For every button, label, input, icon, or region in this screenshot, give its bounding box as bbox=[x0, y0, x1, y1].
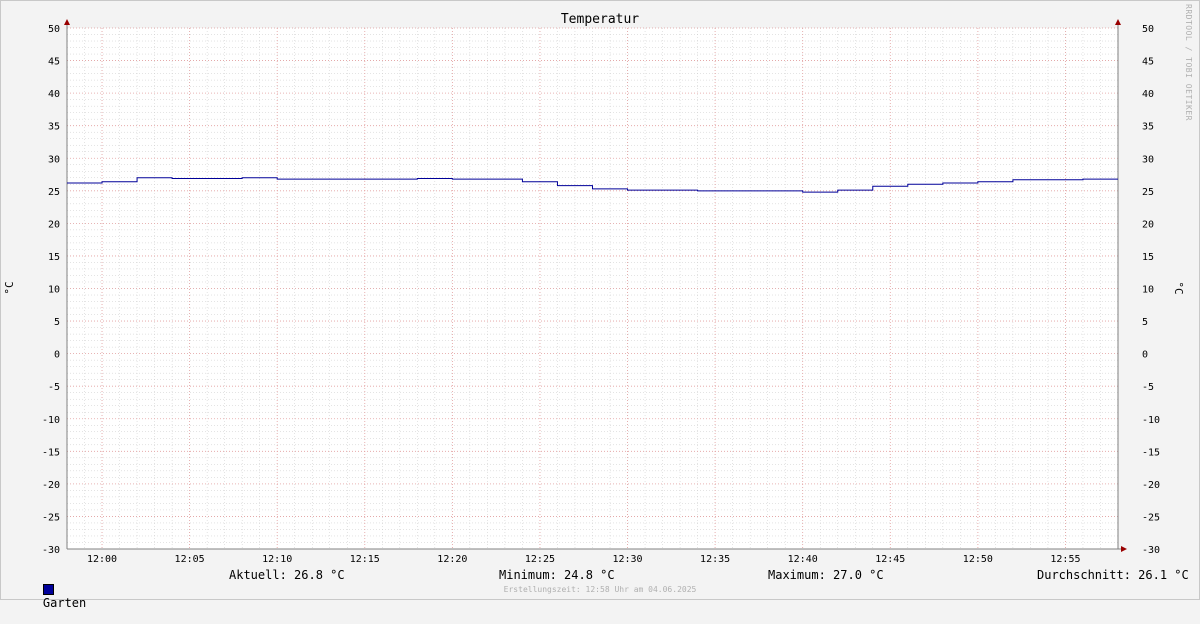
y-tick-label-right: 5 bbox=[1142, 317, 1148, 328]
legend-minimum: Minimum: 24.8 °C bbox=[499, 568, 615, 582]
x-tick-label: 12:15 bbox=[350, 554, 380, 565]
y-axis-right-ticks: 50454035302520151050-5-10-15-20-25-30 bbox=[1142, 24, 1160, 556]
legend-current: Aktuell: 26.8 °C bbox=[229, 568, 345, 582]
y-tick-label-right: -20 bbox=[1142, 480, 1160, 491]
x-tick-label: 12:10 bbox=[262, 554, 292, 565]
creation-time: Erstellungszeit: 12:58 Uhr am 04.06.2025 bbox=[503, 585, 697, 594]
y-tick-label-left: 20 bbox=[48, 219, 60, 230]
x-tick-label: 12:20 bbox=[437, 554, 467, 565]
y-tick-label-left: 5 bbox=[54, 317, 60, 328]
y-tick-label-right: -5 bbox=[1142, 382, 1154, 393]
y-tick-label-right: -30 bbox=[1142, 545, 1160, 556]
y-tick-label-right: 25 bbox=[1142, 187, 1154, 198]
legend-series-name: Garten bbox=[42, 596, 87, 610]
y-tick-label-right: 0 bbox=[1142, 350, 1148, 361]
y-tick-label-left: -20 bbox=[42, 480, 60, 491]
y-axis-left-arrow bbox=[64, 19, 70, 25]
legend-maximum: Maximum: 27.0 °C bbox=[768, 568, 884, 582]
legend-average: Durchschnitt: 26.1 °C bbox=[1037, 568, 1189, 582]
x-tick-label: 12:30 bbox=[612, 554, 642, 565]
y-tick-label-right: 45 bbox=[1142, 57, 1154, 68]
y-tick-label-left: 25 bbox=[48, 187, 60, 198]
y-axis-right-arrow bbox=[1115, 19, 1121, 25]
x-tick-label: 12:35 bbox=[700, 554, 730, 565]
y-tick-label-left: -25 bbox=[42, 512, 60, 523]
y-tick-label-left: -5 bbox=[48, 382, 60, 393]
x-tick-label: 12:40 bbox=[788, 554, 818, 565]
x-tick-label: 12:50 bbox=[963, 554, 993, 565]
y-tick-label-left: 50 bbox=[48, 24, 60, 35]
y-tick-label-left: 40 bbox=[48, 89, 60, 100]
x-tick-label: 12:55 bbox=[1050, 554, 1080, 565]
y-tick-label-right: 50 bbox=[1142, 24, 1154, 35]
rrdtool-watermark: RRDTOOL / TOBI OETIKER bbox=[1184, 4, 1193, 121]
y-tick-label-right: 35 bbox=[1142, 122, 1154, 133]
x-tick-label: 12:45 bbox=[875, 554, 905, 565]
legend: Garten Aktuell: 26.8 °C Minimum: 24.8 °C… bbox=[0, 568, 1200, 610]
y-tick-label-right: -25 bbox=[1142, 512, 1160, 523]
y-tick-label-left: 0 bbox=[54, 350, 60, 361]
y-axis-label-left: °C bbox=[3, 281, 16, 294]
y-tick-label-right: -15 bbox=[1142, 447, 1160, 458]
y-axis-left-ticks: 50454035302520151050-5-10-15-20-25-30 bbox=[42, 24, 60, 556]
x-axis-ticks: 12:00 12:05 12:10 12:15 12:20 12:25 12:30 12:35… bbox=[87, 554, 1081, 565]
y-tick-label-right: 30 bbox=[1142, 154, 1154, 165]
temperature-chart: 50454035302520151050-5-10-15-20-25-30 50… bbox=[3, 12, 1185, 565]
y-tick-label-left: 15 bbox=[48, 252, 60, 263]
y-tick-label-left: -15 bbox=[42, 447, 60, 458]
x-tick-label: 12:25 bbox=[525, 554, 555, 565]
y-tick-label-left: 10 bbox=[48, 285, 60, 296]
y-tick-label-left: 35 bbox=[48, 122, 60, 133]
chart-title: Temperatur bbox=[561, 12, 639, 27]
x-tick-label: 12:00 bbox=[87, 554, 117, 565]
legend-entry-garten: Garten bbox=[14, 568, 86, 624]
y-tick-label-right: -10 bbox=[1142, 415, 1160, 426]
y-tick-label-right: 10 bbox=[1142, 285, 1154, 296]
y-tick-label-left: -30 bbox=[42, 545, 60, 556]
x-tick-label: 12:05 bbox=[175, 554, 205, 565]
y-tick-label-left: 45 bbox=[48, 57, 60, 68]
y-tick-label-right: 15 bbox=[1142, 252, 1154, 263]
y-tick-label-right: 40 bbox=[1142, 89, 1154, 100]
y-tick-label-right: 20 bbox=[1142, 219, 1154, 230]
y-tick-label-left: -10 bbox=[42, 415, 60, 426]
x-axis-arrow bbox=[1121, 546, 1127, 552]
y-tick-label-left: 30 bbox=[48, 154, 60, 165]
y-axis-label-right: °C bbox=[1172, 281, 1185, 294]
